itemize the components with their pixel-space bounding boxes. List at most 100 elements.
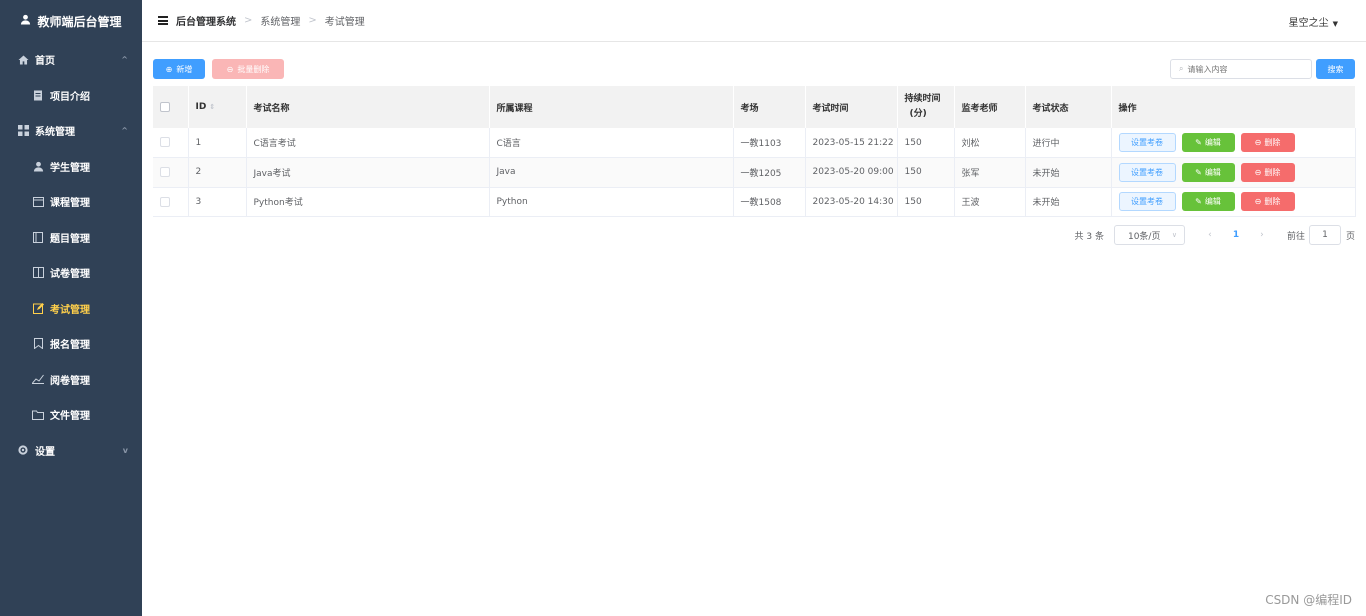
column-header-time: 考试时间: [805, 86, 898, 128]
sidebar: 教师端后台管理 首页 ^ 项目介绍系统管理 ^ 学生管理课程管理题目管理试卷管理考试管理…: [0, 0, 142, 616]
edit-label: 编辑: [1204, 197, 1221, 207]
sidebar-item-label: 系统管理: [35, 127, 75, 139]
page-size-select[interactable]: 10条/页 ∨: [1113, 225, 1185, 245]
add-button[interactable]: ⊕ 新增: [153, 59, 205, 79]
select-all-checkbox[interactable]: [153, 86, 189, 128]
breadcrumb-separator-icon: >: [308, 15, 317, 26]
sidebar-item-10[interactable]: 文件管理: [0, 397, 142, 433]
column-header-duration: 持续时间 (分): [897, 86, 955, 128]
sidebar-item-2[interactable]: 系统管理 ^: [0, 113, 142, 149]
cell-name: Python考试: [246, 187, 490, 217]
breadcrumb-item-system[interactable]: 系统管理: [260, 13, 300, 28]
grid-icon: [17, 125, 29, 137]
table-header-row: ID ⇕ 考试名称 所属课程 考场 考试时间 持续时间 (分) 监考老师 考试状态…: [153, 86, 1356, 128]
cell-course: Java: [489, 157, 734, 188]
row-checkbox[interactable]: [153, 128, 189, 158]
row-checkbox[interactable]: [153, 187, 189, 217]
sidebar-item-label: 课程管理: [50, 198, 90, 210]
delete-button[interactable]: ⊖ 删除: [1240, 192, 1295, 212]
edit-button[interactable]: ✎ 编辑: [1181, 192, 1235, 212]
sidebar-item-label: 项目介绍: [50, 91, 90, 103]
set-paper-button[interactable]: 设置考卷: [1118, 192, 1176, 212]
batch-delete-button[interactable]: ⊖ 批量删除: [212, 59, 284, 79]
chevron-down-icon: ∨: [1171, 231, 1177, 239]
search-field[interactable]: ⌕: [1170, 59, 1312, 79]
sidebar-item-11[interactable]: 设置 v: [0, 433, 142, 469]
delete-button[interactable]: ⊖ 删除: [1240, 162, 1295, 182]
sidebar-item-label: 设置: [35, 446, 55, 458]
sidebar-item-0[interactable]: 首页 ^: [0, 42, 142, 78]
column-header-id[interactable]: ID ⇕: [188, 86, 247, 128]
caret-down-icon: ▼: [1332, 20, 1338, 28]
cell-status: 未开始: [1025, 157, 1112, 188]
edit-button[interactable]: ✎ 编辑: [1181, 162, 1235, 182]
plus-circle-icon: ⊕: [165, 64, 173, 74]
pagination: 共 3 条 10条/页 ∨ ‹ 1 › 前往 1 页: [1075, 225, 1355, 245]
user-dropdown[interactable]: 星空之尘 ▼: [1289, 14, 1338, 29]
page-size-value: 10条/页: [1127, 231, 1161, 242]
cell-teacher: 张军: [954, 157, 1026, 188]
page-number-current[interactable]: 1: [1223, 230, 1249, 240]
set-paper-label: 设置考卷: [1131, 167, 1163, 177]
top-header: 后台管理系统 > 系统管理 > 考试管理 星空之尘 ▼: [142, 0, 1366, 42]
sidebar-item-9[interactable]: 阅卷管理: [0, 362, 142, 398]
sidebar-item-5[interactable]: 题目管理: [0, 220, 142, 256]
set-paper-button[interactable]: 设置考卷: [1118, 162, 1176, 182]
home-icon: [17, 54, 29, 66]
goto-page-value: 1: [1322, 230, 1328, 240]
goto-label: 前往: [1286, 231, 1305, 242]
cell-room: 一教1103: [733, 128, 806, 158]
next-page-icon[interactable]: ›: [1249, 230, 1275, 240]
sidebar-item-label: 试卷管理: [50, 269, 90, 281]
set-paper-button[interactable]: 设置考卷: [1118, 133, 1176, 152]
toolbar: ⊕ 新增 ⊖ 批量删除 ⌕ 搜索: [153, 59, 1355, 79]
edit-label: 编辑: [1204, 138, 1221, 147]
sidebar-item-label: 报名管理: [50, 340, 90, 352]
minus-circle-icon: ⊖: [1254, 138, 1262, 147]
column-header-room: 考场: [733, 86, 806, 128]
minus-circle-icon: ⊖: [1254, 197, 1262, 207]
cell-room: 一教1205: [733, 157, 806, 188]
sidebar-item-label: 学生管理: [50, 162, 90, 174]
search-input[interactable]: [1187, 64, 1298, 74]
chevron-up-icon: ^: [121, 126, 128, 136]
search-button[interactable]: 搜索: [1316, 59, 1355, 79]
sidebar-item-label: 文件管理: [50, 411, 90, 423]
chevron-up-icon: ^: [121, 55, 128, 65]
cell-actions: 设置考卷 ✎ 编辑 ⊖ 删除: [1111, 157, 1356, 188]
app-root: 教师端后台管理 首页 ^ 项目介绍 系统管理 ^ 学生管理 课程管理 题目管理 试卷管理 考试管理…: [0, 0, 1366, 616]
exam-table: ID ⇕ 考试名称 所属课程 考场 考试时间 持续时间 (分) 监考老师 考试状态…: [153, 86, 1356, 217]
column-header-name: 考试名称: [246, 86, 490, 128]
edit-label: 编辑: [1204, 167, 1221, 177]
sidebar-item-label: 考试管理: [50, 304, 90, 316]
cell-teacher: 王波: [954, 187, 1026, 217]
goto-page-input[interactable]: 1: [1308, 225, 1341, 245]
sidebar-item-3[interactable]: 学生管理: [0, 149, 142, 185]
menu-toggle-icon[interactable]: [158, 16, 168, 25]
pagination-total: 共 3 条: [1074, 231, 1104, 242]
sidebar-item-4[interactable]: 课程管理: [0, 184, 142, 220]
document-icon: [32, 89, 44, 101]
cell-actions: 设置考卷 ✎ 编辑 ⊖ 删除: [1111, 128, 1356, 158]
sidebar-item-8[interactable]: 报名管理: [0, 326, 142, 362]
delete-label: 删除: [1264, 138, 1281, 147]
cell-time: 2023-05-20 14:30: [805, 187, 898, 217]
user-icon: [32, 160, 44, 172]
breadcrumb-item-root[interactable]: 后台管理系统: [176, 13, 236, 28]
prev-page-icon[interactable]: ‹: [1197, 230, 1223, 240]
cell-id: 2: [188, 157, 247, 188]
sidebar-item-1[interactable]: 项目介绍: [0, 78, 142, 114]
sidebar-item-7[interactable]: 考试管理: [0, 291, 142, 327]
delete-label: 删除: [1264, 197, 1281, 207]
cell-course: Python: [489, 187, 734, 217]
delete-button[interactable]: ⊖ 删除: [1240, 133, 1295, 152]
cell-duration: 150: [897, 157, 955, 188]
search-icon: ⌕: [1179, 64, 1184, 73]
brand: 教师端后台管理: [0, 0, 142, 42]
row-checkbox[interactable]: [153, 157, 189, 188]
cell-room: 一教1508: [733, 187, 806, 217]
sidebar-item-6[interactable]: 试卷管理: [0, 255, 142, 291]
sort-icon[interactable]: ⇕: [209, 103, 215, 111]
delete-label: 删除: [1264, 167, 1281, 177]
edit-button[interactable]: ✎ 编辑: [1181, 133, 1235, 152]
